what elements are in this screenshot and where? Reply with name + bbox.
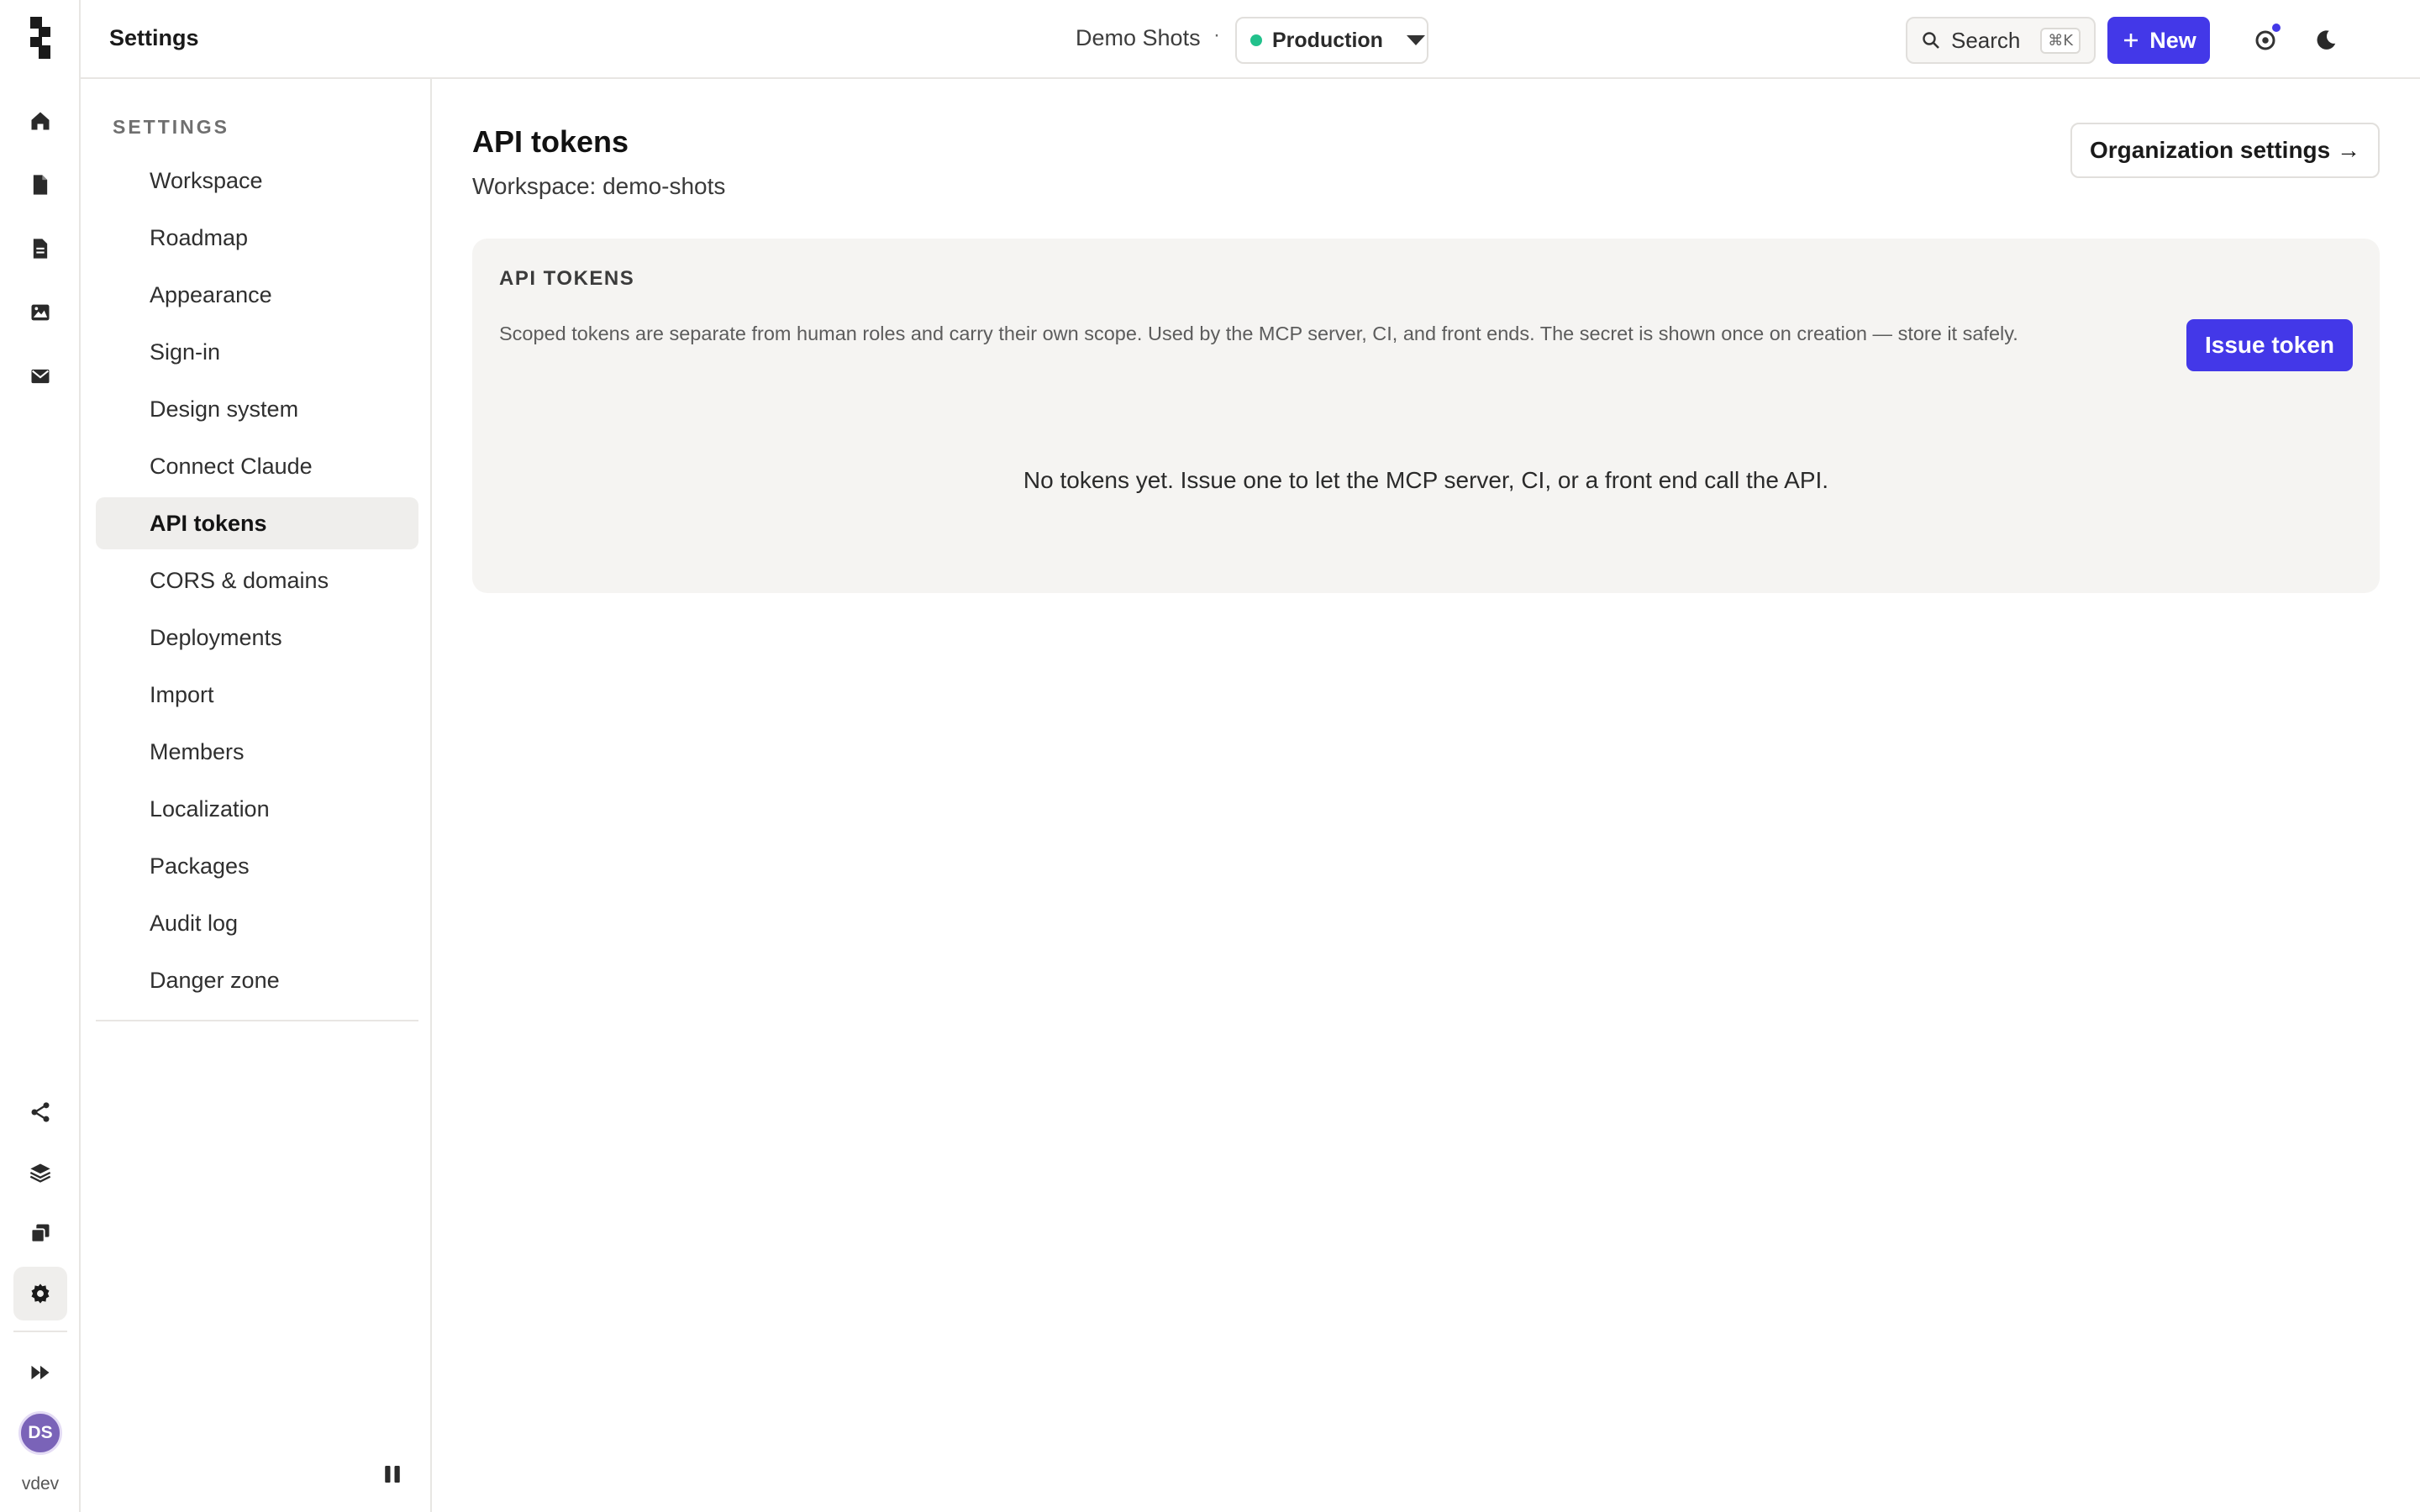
sidebar-item-danger-zone[interactable]: Danger zone xyxy=(96,954,418,1006)
chevron-down-icon xyxy=(1406,35,1425,45)
main-content: API tokens Workspace: demo-shots Organiz… xyxy=(432,79,2420,1512)
sidebar-item-roadmap[interactable]: Roadmap xyxy=(96,212,418,264)
plus-icon xyxy=(2124,34,2139,47)
main-title: API tokens xyxy=(472,124,629,159)
moon-icon xyxy=(2317,30,2336,50)
organization-settings-button[interactable]: Organization settings → xyxy=(2070,123,2380,178)
sidebar-heading: SETTINGS xyxy=(113,116,230,138)
new-button-label: New xyxy=(2149,27,2196,53)
version-label: vdev xyxy=(21,1474,60,1494)
sidebar-divider xyxy=(96,1020,418,1021)
collapse-sidebar-icon[interactable] xyxy=(380,1462,405,1487)
api-tokens-card: API TOKENS Scoped tokens are separate fr… xyxy=(472,239,2380,593)
sidebar-item-members[interactable]: Members xyxy=(96,726,418,778)
sidebar-item-appearance[interactable]: Appearance xyxy=(96,269,418,321)
notification-badge xyxy=(2270,22,2282,34)
sidebar-item-audit-log[interactable]: Audit log xyxy=(96,897,418,949)
card-description: Scoped tokens are separate from human ro… xyxy=(499,323,2018,344)
sidebar-item-connect-claude[interactable]: Connect Claude xyxy=(96,440,418,492)
card-title: API TOKENS xyxy=(499,267,635,290)
search-label: Search xyxy=(1951,27,2021,53)
sidebar-item-deployments[interactable]: Deployments xyxy=(96,612,418,664)
search-shortcut: ⌘K xyxy=(2040,27,2081,54)
document-icon[interactable] xyxy=(13,222,67,276)
workspace-subtitle: Workspace: demo-shots xyxy=(472,173,726,199)
settings-nav: Workspace Roadmap Appearance Sign-in Des… xyxy=(96,155,418,1011)
workspace-name[interactable]: Demo Shots xyxy=(1076,25,1201,51)
sidebar-item-design-system[interactable]: Design system xyxy=(96,383,418,435)
avatar[interactable]: DS xyxy=(18,1411,62,1455)
sidebar-item-import[interactable]: Import xyxy=(96,669,418,721)
issue-token-button[interactable]: Issue token xyxy=(2186,319,2353,371)
page-icon[interactable] xyxy=(13,158,67,212)
theme-toggle[interactable] xyxy=(2304,18,2348,62)
top-bar: Settings Demo Shots · Production Search … xyxy=(81,0,2420,79)
app-logo[interactable] xyxy=(24,17,57,59)
icon-rail: DS vdev xyxy=(0,0,81,1512)
gear-icon[interactable] xyxy=(13,1267,67,1320)
empty-state-message: No tokens yet. Issue one to let the MCP … xyxy=(1023,467,1829,493)
status-dot xyxy=(1250,34,1262,46)
share-icon[interactable] xyxy=(13,1085,67,1139)
settings-sidebar: SETTINGS Workspace Roadmap Appearance Si… xyxy=(81,79,432,1512)
search-icon xyxy=(1923,32,1939,49)
home-icon[interactable] xyxy=(13,94,67,148)
layers-icon[interactable] xyxy=(13,1146,67,1200)
notifications-button[interactable] xyxy=(2244,18,2287,62)
search-button[interactable]: Search ⌘K xyxy=(1906,17,2096,64)
image-icon[interactable] xyxy=(13,286,67,339)
sidebar-item-packages[interactable]: Packages xyxy=(96,840,418,892)
environment-select[interactable]: Production xyxy=(1235,17,1428,64)
fast-forward-icon[interactable] xyxy=(13,1346,67,1399)
breadcrumb-separator: · xyxy=(1213,24,1220,46)
rail-divider xyxy=(13,1331,67,1332)
sidebar-item-api-tokens[interactable]: API tokens xyxy=(96,497,418,549)
environment-label: Production xyxy=(1272,28,1383,52)
sidebar-item-cors-domains[interactable]: CORS & domains xyxy=(96,554,418,606)
sidebar-item-localization[interactable]: Localization xyxy=(96,783,418,835)
page-title: Settings xyxy=(109,25,199,50)
sidebar-item-sign-in[interactable]: Sign-in xyxy=(96,326,418,378)
mail-icon[interactable] xyxy=(13,349,67,403)
new-button[interactable]: New xyxy=(2107,17,2210,64)
copy-icon[interactable] xyxy=(13,1206,67,1260)
sidebar-item-workspace[interactable]: Workspace xyxy=(96,155,418,207)
